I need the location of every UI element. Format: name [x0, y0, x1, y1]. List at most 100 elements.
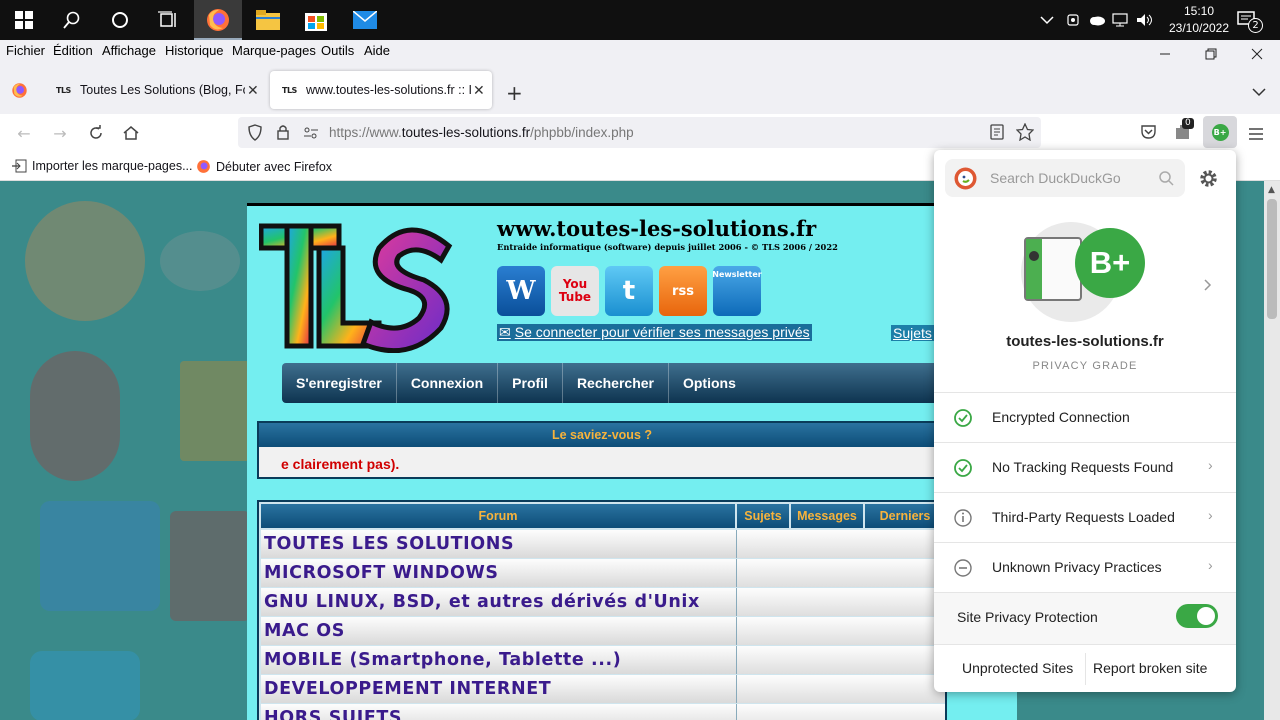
close-tab-icon[interactable]: ✕	[247, 82, 259, 99]
forum-stats-cell	[736, 530, 945, 558]
wordpress-icon[interactable]: W	[497, 266, 545, 316]
nav-profile[interactable]: Profil	[498, 363, 563, 403]
close-tab-icon[interactable]: ✕	[473, 82, 485, 99]
forum-row-mobile[interactable]: MOBILE (Smartphone, Tablette ...)	[261, 646, 736, 674]
page-scrollbar[interactable]: ▲	[1264, 181, 1280, 720]
nav-options[interactable]: Options	[669, 363, 750, 403]
forum-stats-cell	[736, 646, 945, 674]
taskbar-clock[interactable]: 15:10 23/10/2022	[1164, 3, 1234, 37]
grade-details-chevron-icon[interactable]	[1204, 278, 1212, 296]
firefox-taskbar-icon[interactable]	[194, 0, 242, 40]
forum-row-toutes-les-solutions[interactable]: TOUTES LES SOLUTIONS	[261, 530, 736, 558]
ddg-search-input[interactable]: Search DuckDuckGo	[945, 159, 1185, 197]
tray-device-icon[interactable]	[1066, 0, 1080, 40]
scrollbar-thumb[interactable]	[1267, 199, 1277, 319]
scroll-up-icon[interactable]: ▲	[1268, 185, 1275, 195]
ddg-row-encrypted-connection[interactable]: Encrypted Connection	[934, 392, 1236, 442]
url-text[interactable]: https://www.toutes-les-solutions.fr/phpb…	[329, 125, 634, 140]
firefox-view-icon[interactable]	[11, 82, 28, 103]
forum-row-developpement-internet[interactable]: DEVELOPPEMENT INTERNET	[261, 675, 736, 703]
info-circle-icon	[954, 509, 972, 527]
tab-phpbb-index[interactable]: TLS www.toutes-les-solutions.fr :: In ✕	[270, 71, 492, 109]
back-icon[interactable]: ←	[13, 122, 35, 144]
chevron-right-icon: ›	[1208, 507, 1213, 523]
ddg-row-privacy-practices[interactable]: Unknown Privacy Practices ›	[934, 542, 1236, 592]
network-icon[interactable]	[1112, 0, 1130, 40]
bookmark-import[interactable]: Importer les marque-pages...	[12, 159, 193, 173]
forum-row-gnu-linux[interactable]: GNU LINUX, BSD, et autres dérivés d'Unix	[261, 588, 736, 616]
task-view-icon[interactable]	[144, 0, 192, 40]
twitter-icon[interactable]: t	[605, 266, 653, 316]
forum-navigation-menu: S'enregistrer Connexion Profil Recherche…	[282, 363, 942, 403]
tray-chevron-icon[interactable]	[1040, 0, 1054, 40]
extension-icon[interactable]: 0	[1175, 118, 1194, 144]
footer-divider	[1085, 653, 1086, 685]
site-title[interactable]: www.toutes-les-solutions.fr	[497, 216, 816, 241]
windows-start-icon[interactable]	[0, 0, 48, 40]
menu-historique[interactable]: Historique	[165, 43, 224, 58]
forum-row-hors-sujets[interactable]: HORS SUJETS	[261, 704, 736, 720]
bookmark-star-icon[interactable]	[1015, 122, 1035, 145]
reader-view-icon[interactable]	[989, 124, 1005, 144]
menu-aide[interactable]: Aide	[364, 43, 390, 58]
permissions-icon[interactable]	[303, 125, 319, 144]
mail-icon[interactable]	[341, 0, 389, 40]
forward-icon[interactable]: →	[49, 122, 71, 144]
tracking-protection-icon[interactable]	[247, 124, 263, 145]
reload-icon[interactable]	[85, 122, 107, 144]
tls-logo[interactable]	[259, 218, 459, 353]
background-opera-icon	[30, 351, 120, 481]
pocket-icon[interactable]	[1140, 124, 1157, 144]
list-all-tabs-icon[interactable]	[1252, 82, 1266, 101]
search-icon[interactable]	[48, 0, 96, 40]
private-messages-link[interactable]: ✉ Se connecter pour vérifier ses messages…	[497, 324, 812, 341]
lock-icon[interactable]	[276, 124, 290, 144]
settings-gear-icon[interactable]	[1198, 168, 1219, 194]
ddg-footer: Unprotected Sites Report broken site	[934, 644, 1236, 692]
file-explorer-icon[interactable]	[244, 0, 292, 40]
menu-affichage[interactable]: Affichage	[102, 43, 156, 58]
bookmark-debuter-firefox[interactable]: Débuter avec Firefox	[196, 159, 332, 174]
home-icon[interactable]	[120, 122, 142, 144]
menu-fichier[interactable]: Fichier	[6, 43, 45, 58]
onedrive-icon[interactable]	[1088, 0, 1106, 40]
microsoft-store-icon[interactable]	[292, 0, 340, 40]
chevron-right-icon: ›	[1208, 557, 1213, 573]
column-header-messages: Messages	[791, 504, 863, 528]
column-header-sujets: Sujets	[737, 504, 789, 528]
wordpress-label: W	[506, 276, 536, 306]
newsletter-icon[interactable]: Newsletter	[712, 266, 762, 316]
tip-header: Le saviez-vous ?	[259, 423, 945, 447]
rss-icon[interactable]: rss	[659, 266, 707, 316]
unprotected-sites-link[interactable]: Unprotected Sites	[962, 660, 1073, 676]
forum-row-microsoft-windows[interactable]: MICROSOFT WINDOWS	[261, 559, 736, 587]
menu-marque-pages[interactable]: Marque-pages	[232, 43, 316, 58]
duckduckgo-logo-icon	[954, 167, 977, 195]
notification-count-badge: 2	[1248, 18, 1263, 33]
ddg-row-third-party-requests[interactable]: Third-Party Requests Loaded ›	[934, 492, 1236, 542]
new-tab-icon[interactable]: +	[506, 81, 523, 105]
ddg-row-label: No Tracking Requests Found	[992, 459, 1174, 475]
notifications-icon[interactable]: 2	[1236, 0, 1263, 40]
site-protection-toggle[interactable]	[1176, 604, 1218, 628]
ddg-row-tracking-requests[interactable]: No Tracking Requests Found ›	[934, 442, 1236, 492]
nav-login[interactable]: Connexion	[397, 363, 499, 403]
twitter-label: t	[622, 276, 636, 306]
nav-register[interactable]: S'enregistrer	[282, 363, 397, 403]
menu-outils[interactable]: Outils	[321, 43, 354, 58]
cortana-icon[interactable]	[96, 0, 144, 40]
chevron-right-icon: ›	[1208, 457, 1213, 473]
nav-search[interactable]: Rechercher	[563, 363, 669, 403]
ddg-row-label: Encrypted Connection	[992, 409, 1130, 425]
duckduckgo-extension-button[interactable]: B+	[1203, 116, 1237, 148]
tab-toutes-les-solutions-blog[interactable]: TLS Toutes Les Solutions (Blog, Forum ✕	[44, 71, 266, 109]
menu-edition[interactable]: Édition	[53, 43, 93, 58]
youtube-icon[interactable]: You Tube	[551, 266, 599, 316]
volume-icon[interactable]	[1136, 0, 1154, 40]
youtube-label: You Tube	[558, 277, 592, 304]
app-menu-icon[interactable]	[1249, 125, 1263, 144]
forum-row-mac-os[interactable]: MAC OS	[261, 617, 736, 645]
report-broken-site-link[interactable]: Report broken site	[1093, 660, 1207, 676]
sujets-link[interactable]: Sujets	[891, 325, 934, 341]
search-icon[interactable]	[1159, 171, 1174, 191]
